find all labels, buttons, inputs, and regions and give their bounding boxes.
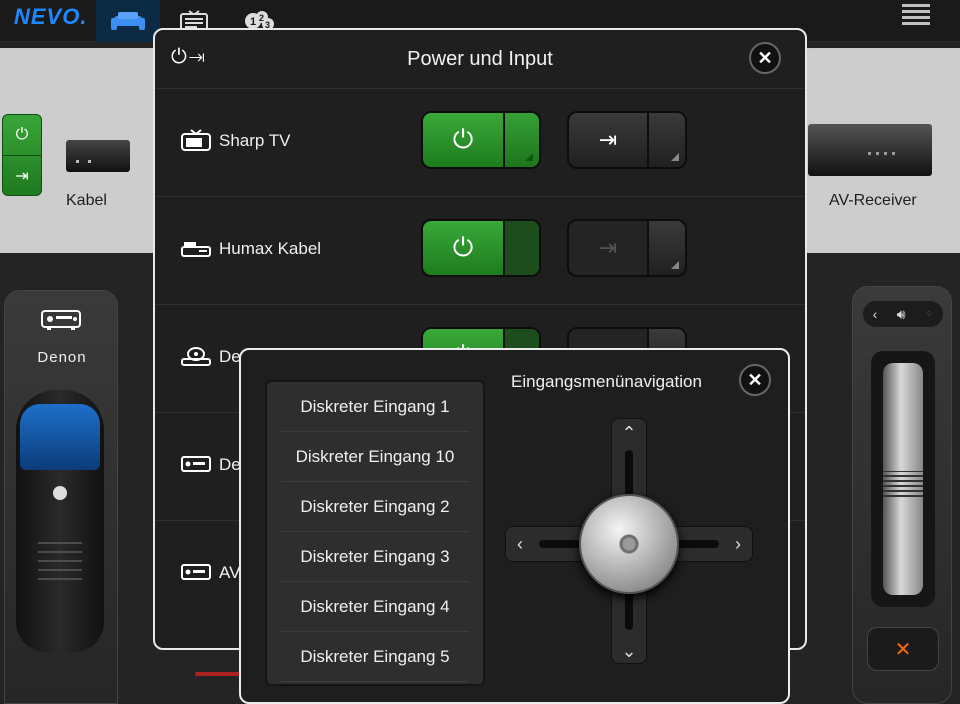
chevron-left-icon[interactable]: ‹: [505, 529, 535, 559]
close-button[interactable]: ✕: [749, 42, 781, 74]
dots-icon: ⁘: [924, 308, 934, 320]
device-label-denon: Denon: [37, 349, 87, 366]
power-toggle-button[interactable]: ⏻: [421, 111, 541, 169]
svg-text:1: 1: [250, 16, 256, 28]
disc-player-icon: [181, 347, 211, 366]
power-icon: ⏻: [452, 232, 474, 262]
volume-header[interactable]: ‹ 🔊︎ ⁘: [863, 301, 943, 327]
power-options-button[interactable]: [503, 221, 539, 275]
red-indicator: [195, 672, 241, 676]
close-icon: ✕: [747, 369, 763, 390]
volume-slider-knob[interactable]: [883, 363, 923, 595]
activity-label-kabel: Kabel: [66, 192, 107, 209]
cable-box-image: [66, 140, 130, 172]
input-button[interactable]: ⇥: [567, 219, 687, 277]
close-button[interactable]: ✕: [739, 364, 771, 396]
input-icon: ⇥: [569, 221, 647, 275]
input-options-button[interactable]: [647, 221, 685, 275]
hamburger-menu-icon[interactable]: [902, 4, 930, 26]
list-item[interactable]: Diskreter Eingang 10: [281, 432, 469, 482]
tab-activities[interactable]: [96, 0, 160, 42]
device-label: Humax Kabel: [219, 239, 322, 258]
tv-icon: [181, 129, 211, 151]
input-navigation-dialog: Diskreter Eingang 1 Diskreter Eingang 10…: [239, 348, 790, 704]
close-icon: ✕: [757, 47, 773, 68]
device-label: Sharp TV: [219, 131, 291, 150]
nevo-logo: NEVO.: [14, 4, 88, 29]
app-root: NEVO. 123 ⏻ ⇥ Kabel AV-Receiver Denon ‹ …: [0, 0, 960, 704]
list-item[interactable]: Diskreter Eingang 2: [281, 482, 469, 532]
power-toggle-button[interactable]: ⏻: [421, 219, 541, 277]
activity-kabel[interactable]: ⏻ ⇥ Kabel: [0, 48, 160, 253]
speaker-icon: 🔊︎: [896, 305, 906, 322]
device-label: AV: [219, 563, 241, 582]
mute-icon: ✕: [894, 638, 912, 661]
svg-text:2: 2: [259, 13, 264, 23]
list-item[interactable]: Diskreter Eingang 3: [281, 532, 469, 582]
settop-box-icon: [181, 242, 211, 257]
activity-label-av-receiver: AV-Receiver: [829, 192, 917, 209]
power-icon: ⏻: [15, 126, 29, 143]
dialog-title: Power und Input: [407, 48, 553, 70]
mute-button[interactable]: ✕: [867, 627, 939, 671]
activity-av-receiver[interactable]: AV-Receiver: [805, 48, 960, 253]
av-receiver-image: [808, 124, 932, 176]
receiver-icon: [181, 456, 211, 472]
device-row: Sharp TV ⏻ ⇥: [155, 88, 805, 196]
device-label: De: [219, 455, 241, 474]
input-options-button[interactable]: [647, 113, 685, 167]
volume-slider[interactable]: [871, 351, 935, 607]
list-item[interactable]: Diskreter Eingang 1: [281, 382, 469, 432]
input-icon: ⇥: [3, 155, 41, 195]
dialog-title: Eingangsmenünavigation: [511, 372, 702, 391]
receiver-icon: [41, 310, 81, 330]
activity-power-input-toggle[interactable]: ⏻ ⇥: [2, 114, 42, 196]
chevron-down-icon[interactable]: ⌄: [614, 636, 644, 666]
input-button[interactable]: ⇥: [567, 111, 687, 169]
chevron-left-icon: ‹: [872, 306, 878, 322]
dpad-ok-knob[interactable]: [579, 494, 679, 594]
volume-card: ‹ 🔊︎ ⁘ ✕: [852, 286, 952, 704]
power-input-dialog-header: ⏻⇥ Power und Input ✕: [155, 30, 805, 88]
chevron-right-icon[interactable]: ›: [723, 529, 753, 559]
list-item[interactable]: Diskreter Eingang 4: [281, 582, 469, 632]
list-item[interactable]: Diskreter Eingang 5: [281, 632, 469, 682]
chevron-up-icon[interactable]: ⌃: [614, 418, 644, 448]
receiver-icon: [181, 564, 211, 580]
input-list[interactable]: Diskreter Eingang 1 Diskreter Eingang 10…: [265, 380, 485, 686]
device-row: Humax Kabel ⏻ ⇥: [155, 196, 805, 304]
input-icon: ⇥: [598, 127, 618, 152]
remote-image: [16, 390, 104, 652]
power-icon: ⏻: [452, 124, 474, 154]
sofa-icon: [111, 12, 145, 30]
power-options-button[interactable]: [503, 113, 539, 167]
